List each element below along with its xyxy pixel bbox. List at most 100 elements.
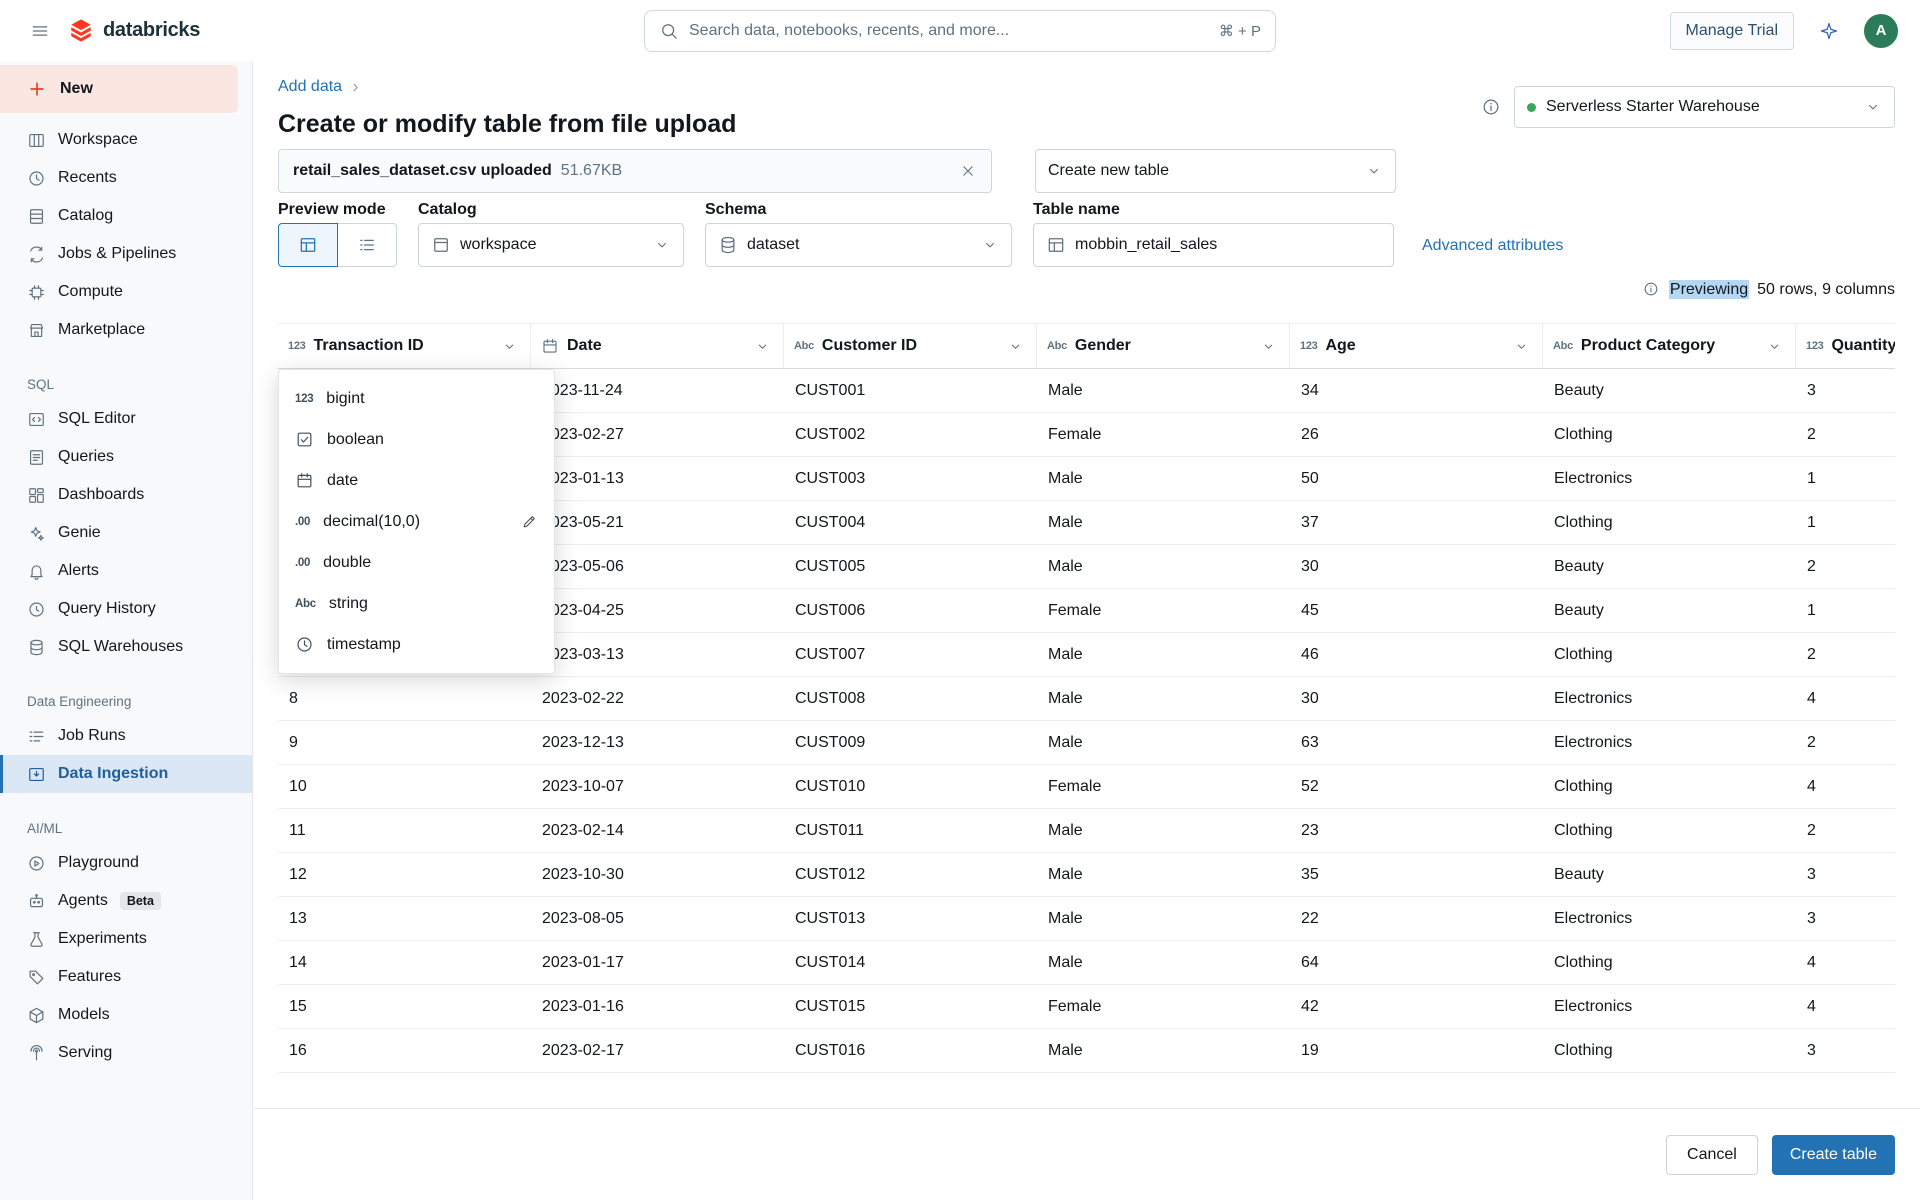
menu-icon[interactable] xyxy=(22,13,58,49)
sidebar-section-title-ai-ml: AI/ML xyxy=(0,812,252,844)
sidebar-item-models[interactable]: Models xyxy=(0,996,252,1034)
table-cell: 12 xyxy=(278,853,531,896)
table-cell: 2 xyxy=(1796,545,1895,588)
sidebar-item-data-ingestion[interactable]: Data Ingestion xyxy=(0,755,252,793)
cancel-button[interactable]: Cancel xyxy=(1666,1135,1758,1175)
sidebar-item-compute[interactable]: Compute xyxy=(0,273,252,311)
chevron-down-icon[interactable] xyxy=(1513,338,1530,355)
chevron-down-icon[interactable] xyxy=(1007,338,1024,355)
info-icon[interactable] xyxy=(1481,97,1501,117)
column-header-customer-id[interactable]: AbcCustomer ID xyxy=(784,324,1037,368)
table-cell: Male xyxy=(1037,545,1290,588)
table-mode-select[interactable]: Create new table xyxy=(1035,149,1396,193)
sidebar-item-job-runs[interactable]: Job Runs xyxy=(0,717,252,755)
table-cell: 2023-02-14 xyxy=(531,809,784,852)
job-runs-icon xyxy=(27,727,46,746)
sidebar-item-alerts[interactable]: Alerts xyxy=(0,552,252,590)
warehouse-row: Serverless Starter Warehouse xyxy=(1481,86,1895,128)
sidebar-item-agents[interactable]: AgentsBeta xyxy=(0,882,252,920)
column-header-transaction-id[interactable]: 123Transaction ID xyxy=(278,324,531,368)
sidebar-item-jobs-pipelines[interactable]: Jobs & Pipelines xyxy=(0,235,252,273)
table-cell: Female xyxy=(1037,985,1290,1028)
avatar[interactable]: A xyxy=(1864,14,1898,48)
preview-status-text: 50 rows, 9 columns xyxy=(1757,280,1895,299)
column-header-quantity[interactable]: 123Quantity xyxy=(1796,324,1895,368)
table-cell: 50 xyxy=(1290,457,1543,500)
chevron-down-icon[interactable] xyxy=(1260,338,1277,355)
assistant-sparkle-icon[interactable] xyxy=(1812,14,1846,48)
chevron-down-icon[interactable] xyxy=(1766,338,1783,355)
genie-icon xyxy=(27,524,46,543)
new-button[interactable]: New xyxy=(0,65,238,113)
chevron-right-icon xyxy=(349,81,362,94)
table-cell: 2023-11-24 xyxy=(531,369,784,412)
table-cell: 4 xyxy=(1796,677,1895,720)
queries-icon xyxy=(27,448,46,467)
table-cell: Male xyxy=(1037,897,1290,940)
sidebar-item-dashboards[interactable]: Dashboards xyxy=(0,476,252,514)
databricks-logo[interactable]: databricks xyxy=(68,17,200,44)
warehouse-select[interactable]: Serverless Starter Warehouse xyxy=(1514,86,1895,128)
catalog-box-icon xyxy=(431,235,451,255)
clock-icon xyxy=(295,635,314,654)
breadcrumb-add-data-link[interactable]: Add data xyxy=(278,77,342,97)
sidebar-item-features[interactable]: Features xyxy=(0,958,252,996)
type-option-double[interactable]: .00double xyxy=(279,542,554,583)
table-cell: 2023-02-22 xyxy=(531,677,784,720)
table-cell: CUST004 xyxy=(784,501,1037,544)
type-option-bigint[interactable]: 123bigint xyxy=(279,378,554,419)
type-option-decimal-10-0[interactable]: .00decimal(10,0) xyxy=(279,501,554,542)
sidebar-item-sql-warehouses[interactable]: SQL Warehouses xyxy=(0,628,252,666)
type-option-boolean[interactable]: boolean xyxy=(279,419,554,460)
column-header-age[interactable]: 123Age xyxy=(1290,324,1543,368)
sidebar-item-label: Queries xyxy=(58,448,114,466)
grid-header: 123Transaction IDDateAbcCustomer IDAbcGe… xyxy=(278,323,1895,369)
sidebar-item-marketplace[interactable]: Marketplace xyxy=(0,311,252,349)
type-option-string[interactable]: Abcstring xyxy=(279,583,554,624)
sidebar-item-query-history[interactable]: Query History xyxy=(0,590,252,628)
table-cell: 2023-01-17 xyxy=(531,941,784,984)
list-view-toggle[interactable] xyxy=(337,223,397,267)
table-cell: 9 xyxy=(278,721,531,764)
table-name-field: Table name xyxy=(1033,200,1394,267)
catalog-select[interactable]: workspace xyxy=(418,223,684,267)
table-cell: 13 xyxy=(278,897,531,940)
advanced-attributes-link[interactable]: Advanced attributes xyxy=(1422,237,1563,255)
string-icon: Abc xyxy=(794,340,814,352)
chevron-down-icon[interactable] xyxy=(754,338,771,355)
column-header-product-category[interactable]: AbcProduct Category xyxy=(1543,324,1796,368)
type-option-timestamp[interactable]: timestamp xyxy=(279,624,554,665)
sidebar-item-experiments[interactable]: Experiments xyxy=(0,920,252,958)
sidebar-item-workspace[interactable]: Workspace xyxy=(0,121,252,159)
sidebar-item-recents[interactable]: Recents xyxy=(0,159,252,197)
sidebar-item-label: Data Ingestion xyxy=(58,765,168,783)
sidebar-item-label: Dashboards xyxy=(58,486,144,504)
table-cell: CUST006 xyxy=(784,589,1037,632)
table-cell: Clothing xyxy=(1543,1029,1796,1072)
chevron-down-icon[interactable] xyxy=(501,338,518,355)
catalog-field: Catalog workspace xyxy=(418,200,684,267)
table-row: 82023-02-22CUST008Male30Electronics4 xyxy=(278,677,1895,721)
table-cell: 16 xyxy=(278,1029,531,1072)
column-header-date[interactable]: Date xyxy=(531,324,784,368)
column-header-gender[interactable]: AbcGender xyxy=(1037,324,1290,368)
column-label: Age xyxy=(1325,337,1355,355)
manage-trial-button[interactable]: Manage Trial xyxy=(1670,12,1795,50)
sidebar-item-queries[interactable]: Queries xyxy=(0,438,252,476)
sidebar-item-catalog[interactable]: Catalog xyxy=(0,197,252,235)
sidebar-item-sql-editor[interactable]: SQL Editor xyxy=(0,400,252,438)
type-option-date[interactable]: date xyxy=(279,460,554,501)
sidebar-item-genie[interactable]: Genie xyxy=(0,514,252,552)
table-cell: 2 xyxy=(1796,721,1895,764)
pencil-icon[interactable] xyxy=(521,513,538,530)
number-icon: 123 xyxy=(288,340,305,352)
create-table-button[interactable]: Create table xyxy=(1772,1135,1895,1175)
global-search[interactable]: ⌘ + P xyxy=(644,10,1276,52)
table-view-toggle[interactable] xyxy=(278,223,338,267)
sidebar-item-playground[interactable]: Playground xyxy=(0,844,252,882)
schema-select[interactable]: dataset xyxy=(705,223,1012,267)
table-name-input[interactable] xyxy=(1075,236,1381,254)
close-icon[interactable] xyxy=(959,162,977,180)
search-input[interactable] xyxy=(689,22,1209,40)
sidebar-item-serving[interactable]: Serving xyxy=(0,1034,252,1072)
